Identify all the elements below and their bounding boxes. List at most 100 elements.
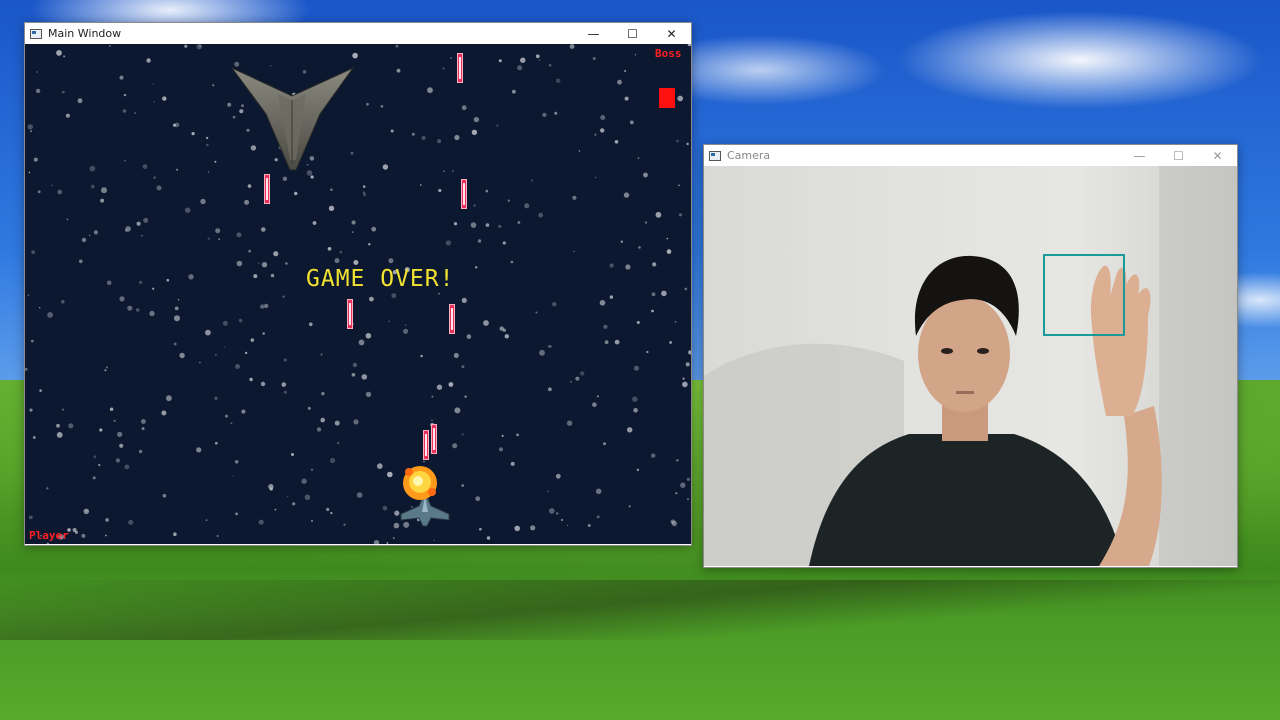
star <box>485 223 490 227</box>
star <box>28 171 31 174</box>
star <box>99 428 103 432</box>
star <box>312 221 317 225</box>
star <box>47 312 53 318</box>
star <box>109 45 111 47</box>
star <box>555 473 561 479</box>
star <box>249 377 253 382</box>
star <box>206 143 209 147</box>
star <box>330 457 336 464</box>
minimize-icon[interactable]: — <box>574 23 613 44</box>
star <box>386 542 389 544</box>
minimize-icon[interactable]: — <box>1120 145 1159 166</box>
star <box>651 453 656 458</box>
star <box>235 512 239 516</box>
star <box>587 524 591 527</box>
star <box>666 237 669 240</box>
star <box>453 222 458 226</box>
star <box>261 262 268 268</box>
star <box>143 217 149 223</box>
star <box>244 351 248 355</box>
star <box>174 315 180 322</box>
star <box>93 230 98 235</box>
star <box>443 170 445 173</box>
star <box>676 139 679 143</box>
star <box>225 414 228 418</box>
star <box>646 350 649 354</box>
star <box>392 537 395 540</box>
star <box>311 519 313 522</box>
star <box>98 463 101 467</box>
star <box>373 540 380 544</box>
boss-ship-icon <box>231 66 355 171</box>
boss-label: Boss <box>655 47 682 60</box>
star <box>37 190 41 194</box>
star <box>592 57 596 60</box>
star <box>223 346 225 348</box>
star <box>101 187 107 194</box>
game-canvas[interactable]: Boss GAME OVER! Player <box>25 44 691 544</box>
star <box>122 109 127 113</box>
star <box>185 207 191 213</box>
star <box>352 362 358 368</box>
star <box>31 250 36 255</box>
star <box>382 505 388 511</box>
star <box>218 238 221 241</box>
star <box>56 50 62 56</box>
star <box>675 492 678 495</box>
star <box>139 280 143 284</box>
star <box>461 105 467 111</box>
star <box>161 410 167 416</box>
explosion-icon <box>403 466 437 500</box>
star <box>498 447 504 452</box>
star <box>81 237 87 243</box>
star <box>391 293 397 299</box>
star <box>248 249 252 253</box>
star <box>442 67 445 70</box>
star <box>600 128 605 133</box>
star <box>688 350 691 355</box>
star <box>337 441 340 445</box>
maximize-icon[interactable]: ☐ <box>1159 145 1198 166</box>
star <box>498 59 502 63</box>
star <box>507 199 510 202</box>
star <box>365 333 372 339</box>
camera-window-titlebar[interactable]: Camera — ☐ ✕ <box>704 145 1237 166</box>
star <box>262 332 265 335</box>
star <box>35 88 41 94</box>
star <box>396 68 401 73</box>
camera-window-title: Camera <box>727 149 771 162</box>
starfield <box>25 44 691 544</box>
star <box>530 179 533 182</box>
main-window-titlebar[interactable]: Main Window — ☐ ✕ <box>25 23 691 44</box>
star <box>609 263 614 268</box>
close-icon[interactable]: ✕ <box>652 23 691 44</box>
star <box>27 294 30 297</box>
close-icon[interactable]: ✕ <box>1198 145 1237 166</box>
star <box>366 102 369 106</box>
star <box>573 250 575 253</box>
star <box>309 322 313 327</box>
star <box>199 361 201 364</box>
star <box>614 140 619 144</box>
star <box>561 518 564 522</box>
star <box>464 395 467 398</box>
star <box>670 519 676 525</box>
star <box>100 198 105 203</box>
maximize-icon[interactable]: ☐ <box>613 23 652 44</box>
star <box>127 305 133 311</box>
star <box>548 508 555 514</box>
star <box>382 164 389 170</box>
star <box>380 105 384 108</box>
star <box>475 266 478 269</box>
star <box>222 320 228 326</box>
star <box>173 342 177 346</box>
star <box>283 358 287 362</box>
star <box>427 87 433 94</box>
star <box>614 339 620 345</box>
star <box>105 534 107 537</box>
star <box>351 373 356 377</box>
star <box>678 184 680 187</box>
star <box>109 407 114 411</box>
star <box>334 420 340 426</box>
star <box>56 423 60 428</box>
